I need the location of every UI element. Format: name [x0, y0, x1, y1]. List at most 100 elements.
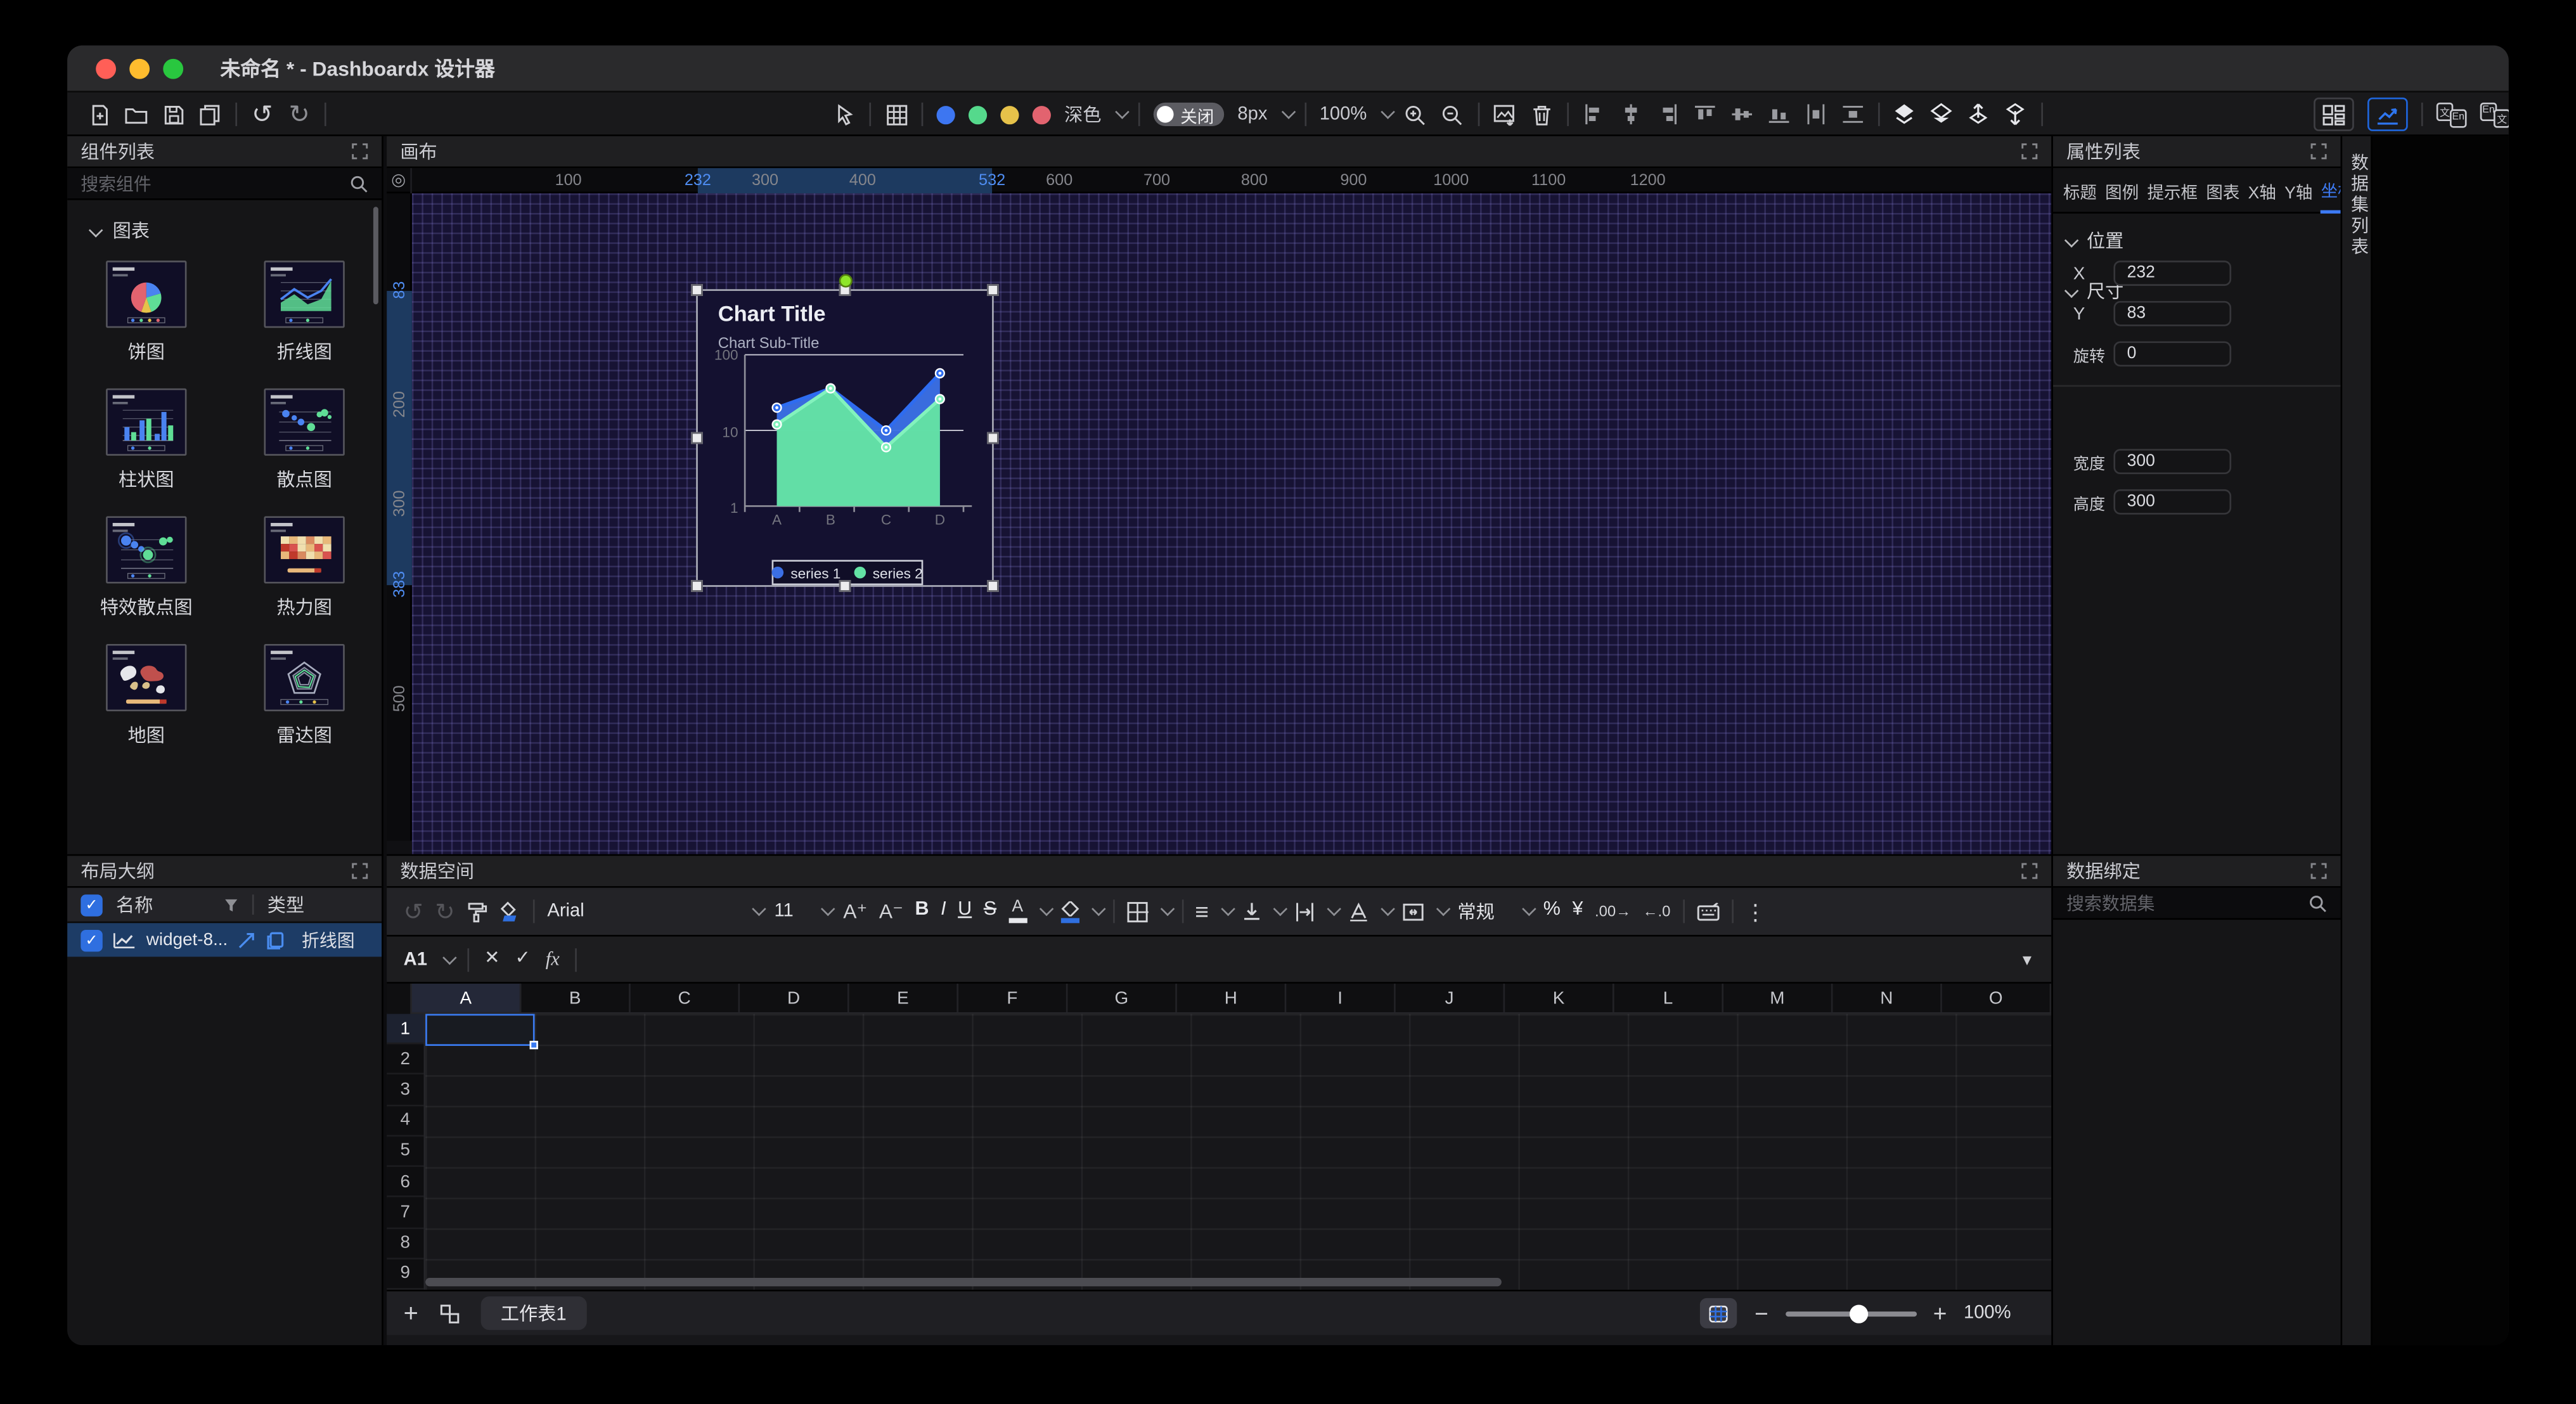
column-header[interactable]: G	[1067, 984, 1176, 1012]
zoom-in-icon[interactable]	[1404, 103, 1427, 125]
expand-panel-icon[interactable]	[2310, 863, 2328, 880]
clear-format-icon[interactable]	[500, 901, 522, 922]
delete-icon[interactable]	[1530, 103, 1554, 125]
chevron-down-icon[interactable]	[1381, 902, 1395, 917]
column-header[interactable]: B	[521, 984, 630, 1012]
row-header[interactable]: 2	[387, 1045, 423, 1075]
row-checkbox[interactable]: ✓	[80, 929, 102, 951]
strikethrough-icon[interactable]: S	[984, 902, 996, 922]
chevron-down-icon[interactable]	[442, 950, 457, 964]
pointer-tool-icon[interactable]	[832, 103, 856, 125]
legend-item-series1[interactable]: series 1	[772, 564, 840, 581]
component-pie-chart[interactable]: 饼图	[106, 261, 186, 364]
maximize-window-button[interactable]	[163, 58, 183, 79]
merge-cells-icon[interactable]	[1402, 902, 1424, 920]
x-input[interactable]: 232	[2113, 261, 2231, 286]
canvas-zoom-value[interactable]: 100%	[1320, 104, 1367, 124]
grid-size-value[interactable]: 8px	[1237, 104, 1267, 124]
new-file-icon[interactable]	[87, 103, 111, 125]
row-header[interactable]: 4	[387, 1106, 423, 1137]
chevron-down-icon[interactable]	[1221, 902, 1235, 917]
rotate-handle[interactable]	[838, 274, 851, 287]
close-window-button[interactable]	[96, 58, 116, 79]
column-header[interactable]: N	[1832, 984, 1942, 1012]
column-header[interactable]: M	[1723, 984, 1832, 1012]
row-header[interactable]: 8	[387, 1228, 423, 1259]
borders-icon[interactable]	[1126, 901, 1147, 922]
canvas-grid-area[interactable]: Chart Title Chart Sub-Title 100 10 1 A B…	[412, 193, 2051, 854]
chevron-down-icon[interactable]	[1381, 105, 1395, 119]
row-header[interactable]: 6	[387, 1167, 423, 1197]
resize-handle-se[interactable]	[987, 580, 999, 592]
expand-panel-icon[interactable]	[351, 143, 368, 160]
underline-icon[interactable]: U	[958, 902, 972, 922]
component-scatter-chart[interactable]: 散点图	[264, 389, 344, 493]
column-header[interactable]: A	[412, 984, 521, 1012]
component-line-chart[interactable]: 折线图	[264, 261, 344, 364]
grid-view-icon[interactable]	[884, 103, 908, 125]
chevron-down-icon[interactable]	[1436, 902, 1450, 917]
grid-snap-toggle[interactable]: 关闭	[1154, 103, 1224, 126]
vertical-align-icon[interactable]	[1242, 901, 1261, 922]
zoom-slider-knob[interactable]	[1849, 1304, 1867, 1322]
minimize-window-button[interactable]	[129, 58, 150, 79]
row-header[interactable]: 3	[387, 1075, 423, 1105]
horizontal-align-icon[interactable]: ≡	[1195, 899, 1209, 923]
select-all-checkbox[interactable]: ✓	[80, 894, 102, 915]
chart-view-button[interactable]	[2367, 98, 2408, 131]
distribute-vertical-icon[interactable]	[1841, 104, 1864, 124]
tab-legend[interactable]: 图例	[2105, 168, 2139, 212]
component-radar-chart[interactable]: 雷达图	[264, 644, 344, 748]
outline-row-widget[interactable]: ✓ widget-8... 折线图	[67, 923, 382, 956]
formula-input[interactable]	[591, 944, 2004, 974]
component-effect-scatter-chart[interactable]: 特效散点图	[100, 516, 193, 620]
resize-handle-s[interactable]	[839, 580, 851, 592]
tab-yaxis[interactable]: Y轴	[2284, 168, 2312, 212]
rotate-input[interactable]: 0	[2113, 341, 2231, 366]
decrease-decimal-icon[interactable]: ←.0	[1643, 904, 1671, 919]
align-center-vertical-icon[interactable]	[1730, 104, 1753, 124]
chevron-down-icon[interactable]	[1327, 902, 1341, 917]
expand-panel-icon[interactable]	[2310, 143, 2328, 160]
italic-icon[interactable]: I	[941, 902, 946, 922]
fill-color-icon[interactable]	[1060, 901, 1079, 922]
column-header[interactable]: K	[1505, 984, 1614, 1012]
expand-panel-icon[interactable]	[351, 863, 368, 880]
zoom-out-icon[interactable]	[1441, 103, 1464, 125]
format-painter-icon[interactable]	[467, 901, 488, 922]
font-size-select[interactable]: 11	[774, 901, 831, 922]
filter-icon[interactable]	[224, 897, 239, 912]
column-header[interactable]: J	[1396, 984, 1505, 1012]
open-file-icon[interactable]	[124, 103, 148, 125]
redo-icon[interactable]: ↻	[288, 101, 311, 127]
percent-icon[interactable]: %	[1543, 902, 1561, 922]
align-top-icon[interactable]	[1693, 104, 1716, 124]
increase-font-icon[interactable]: A⁺	[843, 901, 867, 922]
chevron-down-icon[interactable]	[1091, 902, 1105, 917]
resize-handle-ne[interactable]	[987, 284, 999, 296]
select-all-corner[interactable]	[387, 984, 412, 1014]
align-bottom-icon[interactable]	[1767, 104, 1791, 124]
confirm-entry-icon[interactable]: ✓	[515, 950, 530, 969]
send-to-back-icon[interactable]	[1930, 103, 1954, 126]
row-header[interactable]: 5	[387, 1137, 423, 1167]
section-position[interactable]: 位置	[2053, 214, 2341, 257]
tab-chart[interactable]: 图表	[2206, 168, 2239, 212]
cancel-entry-icon[interactable]: ✕	[484, 950, 499, 969]
undo-icon[interactable]: ↺	[404, 899, 423, 923]
ruler-origin-icon[interactable]: ◎	[387, 168, 412, 193]
distribute-horizontal-icon[interactable]	[1804, 104, 1827, 124]
more-options-icon[interactable]: ⋮	[1744, 901, 1766, 922]
font-select[interactable]: Arial	[547, 901, 763, 922]
horizontal-scrollbar[interactable]	[425, 1278, 1502, 1286]
cell-reference[interactable]: A1	[404, 949, 427, 969]
align-center-horizontal-icon[interactable]	[1619, 104, 1642, 124]
resize-handle-e[interactable]	[987, 432, 999, 444]
resize-handle-w[interactable]	[691, 432, 703, 444]
font-color-icon[interactable]: A	[1008, 899, 1027, 923]
column-header[interactable]: I	[1286, 984, 1395, 1012]
resize-arrow-icon[interactable]	[238, 931, 256, 949]
sheet-list-icon[interactable]	[439, 1303, 460, 1324]
chevron-down-icon[interactable]	[1115, 105, 1130, 119]
text-rotate-icon[interactable]	[1348, 901, 1368, 922]
